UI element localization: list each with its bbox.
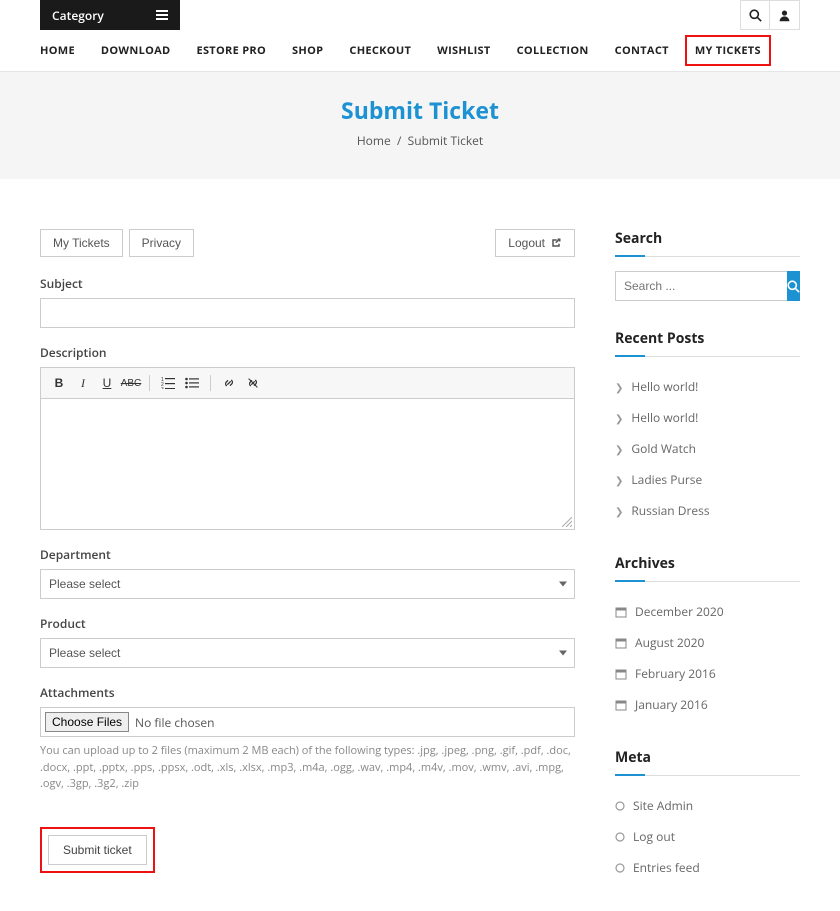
calendar-icon [615, 699, 627, 711]
circle-icon [615, 832, 625, 842]
search-icon [749, 9, 762, 22]
svg-text:3: 3 [161, 387, 164, 389]
link-button[interactable] [219, 373, 239, 393]
circle-icon [615, 863, 625, 873]
attachments-help: You can upload up to 2 files (maximum 2 … [40, 743, 575, 793]
archives-list: December 2020 August 2020 February 2016 … [615, 596, 800, 720]
italic-button[interactable]: I [73, 373, 93, 393]
unordered-list-icon [185, 377, 199, 389]
breadcrumb-current: Submit Ticket [408, 132, 484, 149]
description-textarea[interactable] [41, 399, 574, 529]
description-editor: B I U ABC 123 [40, 367, 575, 530]
list-item: January 2016 [615, 689, 800, 720]
calendar-icon [615, 668, 627, 680]
resize-handle-icon[interactable] [562, 517, 572, 527]
subject-label: Subject [40, 275, 575, 292]
list-item: February 2016 [615, 658, 800, 689]
file-input[interactable]: Choose Files No file chosen [40, 707, 575, 737]
search-input[interactable] [615, 271, 787, 301]
list-item: ❯Russian Dress [615, 495, 800, 526]
category-menu[interactable]: Category [40, 0, 180, 30]
calendar-icon [615, 606, 627, 618]
product-select[interactable]: Please select [40, 638, 575, 668]
submit-highlight: Submit ticket [40, 827, 155, 873]
nav-collection[interactable]: COLLECTION [517, 43, 589, 58]
bold-button[interactable]: B [49, 373, 69, 393]
nav-checkout[interactable]: CHECKOUT [349, 43, 411, 58]
link-icon [222, 376, 236, 390]
account-button[interactable] [770, 0, 800, 30]
editor-toolbar: B I U ABC 123 [41, 368, 574, 399]
nav-wishlist[interactable]: WISHLIST [437, 43, 490, 58]
calendar-icon [615, 637, 627, 649]
description-label: Description [40, 344, 575, 361]
breadcrumb-home[interactable]: Home [357, 132, 391, 149]
hamburger-icon [156, 10, 168, 20]
external-link-icon [550, 237, 562, 249]
meta-title: Meta [615, 748, 800, 776]
archives-title: Archives [615, 554, 800, 582]
circle-icon [615, 801, 625, 811]
search-submit-button[interactable] [787, 271, 800, 301]
list-item: December 2020 [615, 596, 800, 627]
unlink-icon [246, 376, 260, 390]
submit-ticket-button[interactable]: Submit ticket [48, 835, 147, 865]
file-status: No file chosen [135, 714, 214, 731]
nav-shop[interactable]: SHOP [292, 43, 323, 58]
chevron-right-icon: ❯ [615, 473, 623, 487]
chevron-right-icon: ❯ [615, 380, 623, 394]
meta-list: Site Admin Log out Entries feed [615, 790, 800, 883]
list-item: August 2020 [615, 627, 800, 658]
list-item: Log out [615, 821, 800, 852]
product-label: Product [40, 615, 575, 632]
privacy-button[interactable]: Privacy [129, 229, 194, 257]
strikethrough-button[interactable]: ABC [121, 373, 141, 393]
nav-estore-pro[interactable]: ESTORE PRO [196, 43, 266, 58]
unlink-button[interactable] [243, 373, 263, 393]
recent-posts-list: ❯Hello world! ❯Hello world! ❯Gold Watch … [615, 371, 800, 526]
logout-button[interactable]: Logout [495, 229, 575, 257]
chevron-right-icon: ❯ [615, 411, 623, 425]
search-button[interactable] [740, 0, 770, 30]
list-item: ❯Ladies Purse [615, 464, 800, 495]
ordered-list-button[interactable]: 123 [158, 373, 178, 393]
list-item: ❯Gold Watch [615, 433, 800, 464]
list-item: Entries feed [615, 852, 800, 883]
my-tickets-button[interactable]: My Tickets [40, 229, 123, 257]
choose-files-button[interactable]: Choose Files [45, 712, 129, 732]
nav-home[interactable]: HOME [40, 43, 75, 58]
search-icon [787, 280, 800, 293]
user-icon [778, 9, 791, 22]
main-nav: HOME DOWNLOAD ESTORE PRO SHOP CHECKOUT W… [40, 30, 800, 71]
chevron-right-icon: ❯ [615, 504, 623, 518]
breadcrumb: Home / Submit Ticket [0, 132, 840, 149]
nav-contact[interactable]: CONTACT [615, 43, 669, 58]
nav-download[interactable]: DOWNLOAD [101, 43, 171, 58]
underline-button[interactable]: U [97, 373, 117, 393]
department-select[interactable]: Please select [40, 569, 575, 599]
chevron-right-icon: ❯ [615, 442, 623, 456]
hero: Submit Ticket Home / Submit Ticket [0, 72, 840, 179]
category-label: Category [52, 7, 104, 24]
nav-my-tickets[interactable]: MY TICKETS [695, 43, 761, 58]
list-item: Site Admin [615, 790, 800, 821]
unordered-list-button[interactable] [182, 373, 202, 393]
attachments-label: Attachments [40, 684, 575, 701]
list-item: ❯Hello world! [615, 371, 800, 402]
recent-posts-title: Recent Posts [615, 329, 800, 357]
list-item: ❯Hello world! [615, 402, 800, 433]
ordered-list-icon: 123 [161, 377, 175, 389]
page-title: Submit Ticket [0, 94, 840, 126]
department-label: Department [40, 546, 575, 563]
nav-highlight: MY TICKETS [685, 35, 771, 66]
subject-input[interactable] [40, 298, 575, 328]
search-widget-title: Search [615, 229, 800, 257]
logout-label: Logout [508, 236, 545, 250]
